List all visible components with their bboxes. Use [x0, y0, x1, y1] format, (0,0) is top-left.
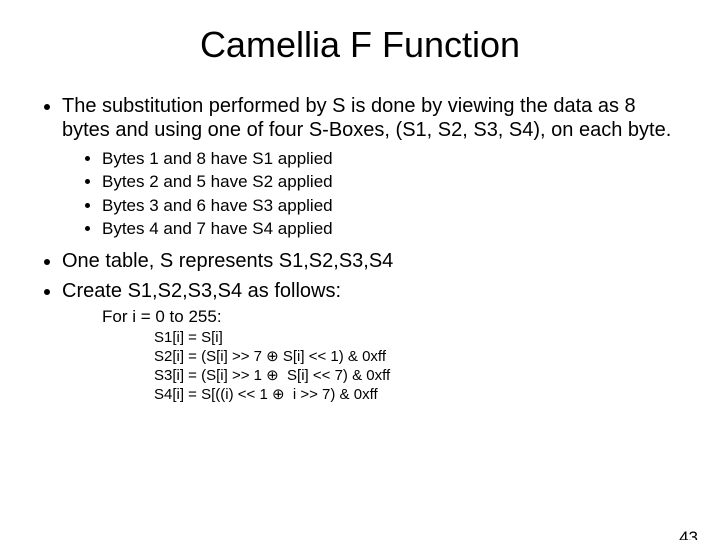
sub-bullet-item: Bytes 3 and 6 have S3 applied	[102, 195, 686, 216]
slide-body: The substitution performed by S is done …	[0, 94, 720, 404]
bullet-text: The substitution performed by S is done …	[62, 95, 671, 141]
for-line: For i = 0 to 255:	[102, 307, 686, 327]
sub-bullet-item: Bytes 2 and 5 have S2 applied	[102, 171, 686, 192]
code-line: S4[i] = S[((i) << 1 ⊕ i >> 7) & 0xff	[154, 386, 686, 405]
sub-bullet-item: Bytes 4 and 7 have S4 applied	[102, 218, 686, 239]
code-block: S1[i] = S[i] S2[i] = (S[i] >> 7 ⊕ S[i] <…	[154, 329, 686, 404]
code-line: S1[i] = S[i]	[154, 329, 686, 348]
bullet-text: Create S1,S2,S3,S4 as follows:	[62, 280, 341, 302]
bullet-list-level2: Bytes 1 and 8 have S1 applied Bytes 2 an…	[62, 148, 686, 239]
slide: Camellia F Function The substitution per…	[0, 24, 720, 540]
slide-title: Camellia F Function	[0, 24, 720, 66]
code-line: S2[i] = (S[i] >> 7 ⊕ S[i] << 1) & 0xff	[154, 348, 686, 367]
bullet-item: Create S1,S2,S3,S4 as follows: For i = 0…	[62, 279, 686, 404]
sub-bullet-item: Bytes 1 and 8 have S1 applied	[102, 148, 686, 169]
bullet-list-level1: The substitution performed by S is done …	[34, 94, 686, 404]
code-line: S3[i] = (S[i] >> 1 ⊕ S[i] << 7) & 0xff	[154, 367, 686, 386]
bullet-item: One table, S represents S1,S2,S3,S4	[62, 249, 686, 273]
bullet-item: The substitution performed by S is done …	[62, 94, 686, 239]
page-number: 43	[679, 528, 698, 540]
